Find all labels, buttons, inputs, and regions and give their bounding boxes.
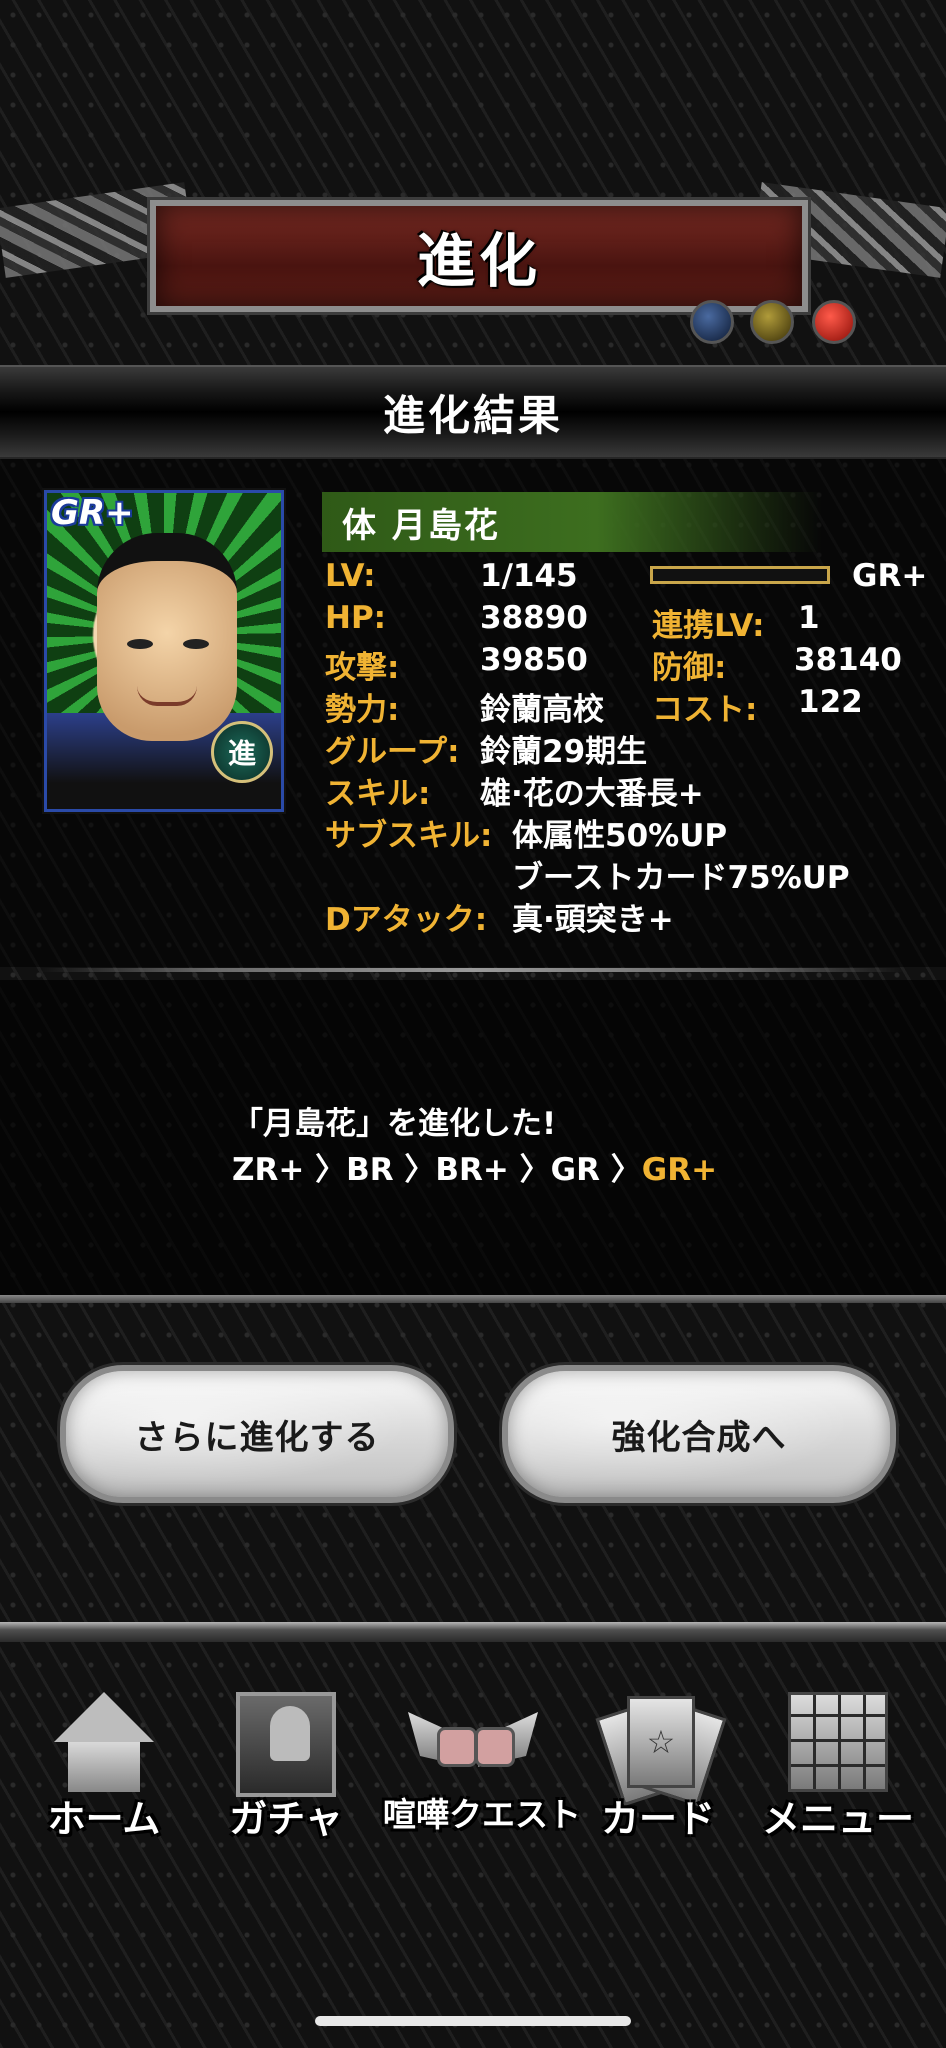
evolution-badge-icon: 進 bbox=[211, 721, 273, 783]
section-divider bbox=[40, 968, 906, 972]
evolution-path-final: GR+ bbox=[641, 1152, 718, 1188]
evolution-path: ZR+ 〉BR 〉BR+ 〉GR 〉GR+ bbox=[232, 1144, 717, 1189]
subskill-value-1: 体属性50%UP bbox=[512, 818, 728, 854]
page-title: 進化 bbox=[416, 227, 541, 295]
home-indicator[interactable] bbox=[315, 2016, 631, 2026]
skill-label: スキル: bbox=[325, 776, 431, 812]
card-stack-icon: ☆ bbox=[595, 1692, 727, 1807]
title-plate: 進化 bbox=[150, 200, 808, 312]
evolution-path-prefix: ZR+ 〉BR 〉BR+ 〉GR 〉 bbox=[232, 1152, 642, 1188]
lv-value: 1/145 bbox=[480, 558, 578, 594]
d-attack-value: 真·頭突き+ bbox=[512, 902, 674, 938]
card-grade-badge: GR+ bbox=[51, 493, 134, 533]
evolve-more-button[interactable]: さらに進化する bbox=[60, 1365, 454, 1503]
menu-grid-icon bbox=[788, 1692, 888, 1802]
subskill-label: サブスキル: bbox=[325, 818, 493, 854]
home-icon bbox=[54, 1692, 154, 1802]
nav-home-label: ホーム bbox=[47, 1797, 161, 1841]
level-progress-bar bbox=[650, 566, 830, 584]
evolve-more-label: さらに進化する bbox=[134, 1417, 380, 1458]
card-name: 体 月島花 bbox=[342, 505, 500, 546]
d-attack-label: Dアタック: bbox=[325, 902, 488, 938]
nav-menu[interactable]: メニュー bbox=[748, 1692, 928, 1862]
card-character-face bbox=[97, 533, 237, 741]
nav-card-label: カード bbox=[600, 1797, 715, 1841]
cost-value: 122 bbox=[798, 684, 863, 720]
defense-value: 38140 bbox=[794, 642, 902, 678]
group-value: 鈴蘭29期生 bbox=[480, 734, 648, 770]
nav-quest[interactable]: 喧嘩クエスト bbox=[383, 1692, 581, 1862]
evolution-result-screen: 進化 進化結果 GR+ 進 体 月島花 LV: 1/145 GR+ HP: 38… bbox=[0, 0, 946, 2048]
nav-quest-label: 喧嘩クエスト bbox=[383, 1795, 581, 1834]
faction-label: 勢力: bbox=[325, 692, 400, 728]
lv-label: LV: bbox=[325, 558, 376, 594]
title-banner: 進化 bbox=[0, 165, 946, 344]
skill-value: 雄·花の大番長+ bbox=[480, 776, 704, 812]
nav-divider bbox=[0, 1622, 946, 1642]
enhance-label: 強化合成へ bbox=[611, 1417, 787, 1458]
bottom-navigation: ホーム ガチャ 喧嘩クエスト ☆ カード メニュー bbox=[0, 1642, 946, 2012]
subskill-value-2: ブーストカード75%UP bbox=[512, 860, 850, 896]
result-panel-edge bbox=[0, 1295, 946, 1303]
nav-home[interactable]: ホーム bbox=[14, 1692, 194, 1862]
nav-card[interactable]: ☆ カード bbox=[568, 1692, 748, 1862]
enhance-button[interactable]: 強化合成へ bbox=[502, 1365, 896, 1503]
card-eye-right bbox=[183, 639, 209, 649]
group-label: グループ: bbox=[325, 734, 460, 770]
card-name-bar: 体 月島花 bbox=[322, 492, 822, 552]
fists-wings-icon bbox=[408, 1692, 538, 1802]
section-title: 進化結果 bbox=[382, 390, 563, 440]
link-lv-value: 1 bbox=[798, 600, 820, 636]
card-mouth bbox=[137, 686, 197, 706]
gacha-icon bbox=[236, 1692, 336, 1802]
rarity-value: GR+ bbox=[852, 558, 928, 594]
card-eye-left bbox=[127, 639, 153, 649]
hp-value: 38890 bbox=[480, 600, 588, 636]
hp-label: HP: bbox=[325, 600, 387, 636]
faction-value: 鈴蘭高校 bbox=[480, 692, 604, 728]
blue-lamp-icon bbox=[690, 300, 734, 344]
link-lv-label: 連携LV: bbox=[652, 608, 765, 644]
yellow-lamp-icon bbox=[750, 300, 794, 344]
attack-value: 39850 bbox=[480, 642, 588, 678]
nav-menu-label: メニュー bbox=[761, 1797, 914, 1841]
nav-gacha-label: ガチャ bbox=[229, 1797, 343, 1841]
cost-label: コスト: bbox=[652, 692, 758, 728]
red-lamp-icon bbox=[812, 300, 856, 344]
evolution-message: 「月島花」を進化した! bbox=[232, 1106, 557, 1142]
attack-label: 攻撃: bbox=[325, 650, 400, 686]
nav-gacha[interactable]: ガチャ bbox=[196, 1692, 376, 1862]
defense-label: 防御: bbox=[652, 650, 727, 686]
section-header: 進化結果 bbox=[0, 365, 946, 459]
card-thumbnail[interactable]: GR+ 進 bbox=[44, 490, 284, 812]
